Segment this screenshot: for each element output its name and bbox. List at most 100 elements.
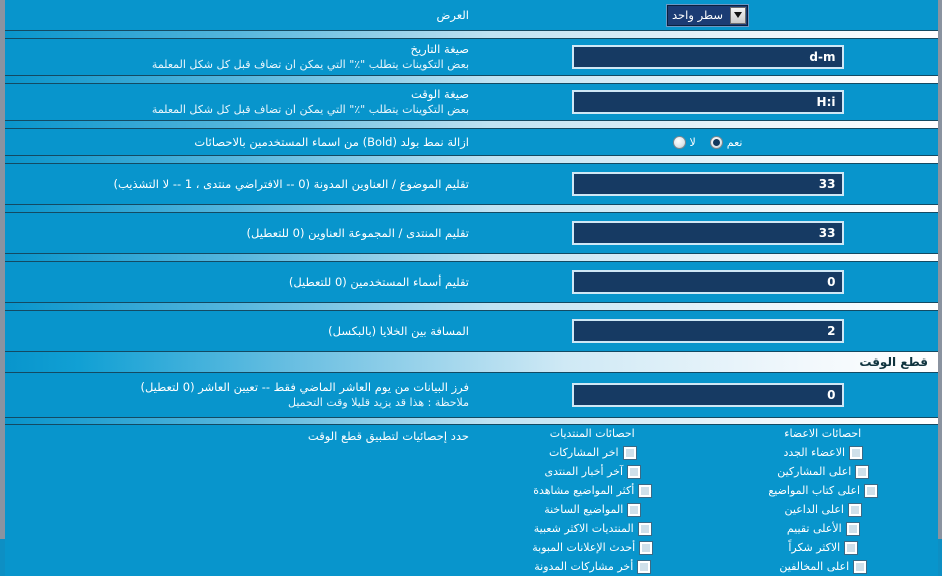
row-separator	[5, 253, 938, 262]
time-cutoff-labels: فرز البيانات من يوم العاشر الماضي فقط --…	[5, 378, 477, 412]
time-format-value: H:i	[816, 95, 836, 109]
display-mode-select[interactable]: سطر واحد	[667, 4, 748, 26]
checkbox-item[interactable]: الاكثر شكراً	[788, 538, 859, 557]
checkbox-icon[interactable]	[849, 445, 864, 460]
chevron-down-icon[interactable]	[729, 6, 746, 24]
stats-column-forums-head: احصائات المنتديات	[549, 427, 635, 440]
time-format-desc: بعض التكوينات يتطلب "٪" التي يمكن ان تضا…	[151, 103, 469, 116]
checkbox-item[interactable]: المنتديات الاكثر شعبية	[533, 519, 652, 538]
checkbox-item[interactable]: المواضيع الساخنة	[544, 500, 642, 519]
radio-yes-icon[interactable]	[709, 135, 723, 149]
row-separator	[5, 30, 938, 39]
checkbox-label: المنتديات الاكثر شعبية	[533, 522, 634, 535]
row-display-mode: سطر واحد العرض	[5, 0, 938, 30]
checkbox-item[interactable]: آخر أخبار المنتدى	[544, 462, 642, 481]
checkbox-icon[interactable]	[844, 540, 859, 555]
radio-option-yes[interactable]: نعم	[709, 135, 743, 149]
checkbox-item[interactable]: اعلى المشاركين	[777, 462, 870, 481]
checkbox-icon[interactable]	[622, 445, 637, 460]
cell-spacing-label: المسافة بين الخلايا (بالبكسل)	[328, 323, 469, 338]
cell-spacing-control: 2	[477, 319, 938, 343]
remove-bold-radio-group[interactable]: نعم لا	[672, 135, 743, 149]
checkbox-icon[interactable]	[637, 559, 652, 574]
checkbox-item[interactable]: اعلى الداعين	[784, 500, 862, 519]
checkbox-icon[interactable]	[847, 502, 862, 517]
stats-column-members-head: احصائات الاعضاء	[784, 427, 862, 440]
checkbox-icon[interactable]	[853, 559, 868, 574]
checkbox-item[interactable]: الأعلى تقييم	[786, 519, 860, 538]
checkbox-item[interactable]: أخر مشاركات المدونة	[534, 557, 652, 576]
display-mode-value: سطر واحد	[672, 8, 723, 22]
checkbox-icon[interactable]	[855, 464, 870, 479]
date-format-desc: بعض التكوينات يتطلب "٪" التي يمكن ان تضا…	[151, 58, 469, 71]
checkbox-label: الأعلى تقييم	[786, 522, 842, 535]
time-cutoff-value: 0	[827, 388, 836, 402]
section-header-title: قطع الوقت	[859, 355, 928, 369]
row-separator	[5, 120, 938, 129]
radio-no-label: لا	[689, 135, 696, 149]
stats-column-forums: احصائات المنتديات اخر المشاركات آخر أخبا…	[477, 427, 708, 576]
cell-spacing-input[interactable]: 2	[571, 319, 844, 343]
radio-option-no[interactable]: لا	[672, 135, 696, 149]
trim-usernames-input[interactable]: 0	[571, 270, 844, 294]
time-format-input[interactable]: H:i	[571, 90, 844, 114]
row-separator	[5, 75, 938, 84]
row-cutoff-stats: احصائات الاعضاء الاعضاء الجدد اعلى المشا…	[5, 425, 938, 576]
checkbox-item[interactable]: اعلى كتاب المواضيع	[768, 481, 879, 500]
remove-bold-labels: ازالة نمط بولد (Bold) من اسماء المستخدمي…	[5, 133, 477, 152]
trim-topic-titles-input[interactable]: 33	[571, 172, 844, 196]
stats-column-members: احصائات الاعضاء الاعضاء الجدد اعلى المشا…	[708, 427, 939, 576]
checkbox-icon[interactable]	[627, 464, 642, 479]
date-format-control: d-m	[477, 45, 938, 69]
date-format-value: d-m	[809, 50, 836, 64]
checkbox-label: الاكثر شكراً	[788, 541, 841, 554]
display-mode-label: العرض	[436, 7, 470, 22]
time-format-control: H:i	[477, 90, 938, 114]
checkbox-item[interactable]: الاعضاء الجدد	[783, 443, 864, 462]
checkbox-label: آخر أخبار المنتدى	[544, 465, 624, 478]
time-format-labels: صيغة الوقت بعض التكوينات يتطلب "٪" التي …	[5, 85, 477, 119]
trim-topic-titles-label: تقليم الموضوع / العناوين المدونة (0 -- ا…	[113, 176, 469, 191]
trim-usernames-labels: تقليم أسماء المستخدمين (0 للتعطيل)	[5, 273, 477, 292]
date-format-input[interactable]: d-m	[571, 45, 844, 69]
row-trim-forum-titles: 33 تقليم المنتدى / المجموعة العناوين (0 …	[5, 213, 938, 253]
checkbox-item[interactable]: أحدث الإعلانات المبوبة	[532, 538, 654, 557]
trim-forum-titles-control: 33	[477, 221, 938, 245]
checkbox-icon[interactable]	[639, 540, 654, 555]
checkbox-label: المواضيع الساخنة	[544, 503, 624, 516]
checkbox-icon[interactable]	[637, 521, 652, 536]
trim-usernames-label: تقليم أسماء المستخدمين (0 للتعطيل)	[288, 274, 469, 289]
radio-yes-label: نعم	[726, 135, 743, 149]
radio-no-icon[interactable]	[672, 135, 686, 149]
row-cell-spacing: 2 المسافة بين الخلايا (بالبكسل)	[5, 311, 938, 351]
settings-page: سطر واحد العرض d-m صيغة التاريخ بعض التك…	[0, 0, 942, 576]
checkbox-icon[interactable]	[864, 483, 879, 498]
checkbox-item[interactable]: اعلى المخالفين	[779, 557, 868, 576]
trim-usernames-value: 0	[827, 275, 836, 289]
date-format-label: صيغة التاريخ	[410, 42, 469, 56]
time-cutoff-label: فرز البيانات من يوم العاشر الماضي فقط --…	[140, 380, 469, 394]
section-header-time-cutoff: قطع الوقت	[5, 351, 938, 373]
cutoff-stats-label: حدد إحصائيات لتطبيق قطع الوقت	[307, 429, 469, 443]
checkbox-icon[interactable]	[638, 483, 653, 498]
cell-spacing-labels: المسافة بين الخلايا (بالبكسل)	[5, 322, 477, 341]
time-cutoff-control: 0	[477, 383, 938, 407]
row-separator	[5, 155, 938, 164]
checkbox-item[interactable]: اخر المشاركات	[549, 443, 637, 462]
time-cutoff-input[interactable]: 0	[571, 383, 844, 407]
trim-topic-titles-value: 33	[818, 177, 836, 191]
trim-forum-titles-labels: تقليم المنتدى / المجموعة العناوين (0 للت…	[5, 224, 477, 243]
checkbox-label: اعلى الداعين	[784, 503, 844, 516]
cutoff-stats-labels: حدد إحصائيات لتطبيق قطع الوقت	[5, 427, 477, 576]
checkbox-label: أكثر المواضيع مشاهدة	[533, 484, 635, 497]
trim-topic-titles-control: 33	[477, 172, 938, 196]
checkbox-item[interactable]: أكثر المواضيع مشاهدة	[533, 481, 653, 500]
row-trim-topic-titles: 33 تقليم الموضوع / العناوين المدونة (0 -…	[5, 164, 938, 204]
checkbox-label: أحدث الإعلانات المبوبة	[532, 541, 636, 554]
checkbox-label: اعلى كتاب المواضيع	[768, 484, 861, 497]
checkbox-icon[interactable]	[627, 502, 642, 517]
trim-forum-titles-input[interactable]: 33	[571, 221, 844, 245]
display-mode-control: سطر واحد	[477, 4, 938, 26]
checkbox-icon[interactable]	[845, 521, 860, 536]
cell-spacing-value: 2	[827, 324, 836, 338]
